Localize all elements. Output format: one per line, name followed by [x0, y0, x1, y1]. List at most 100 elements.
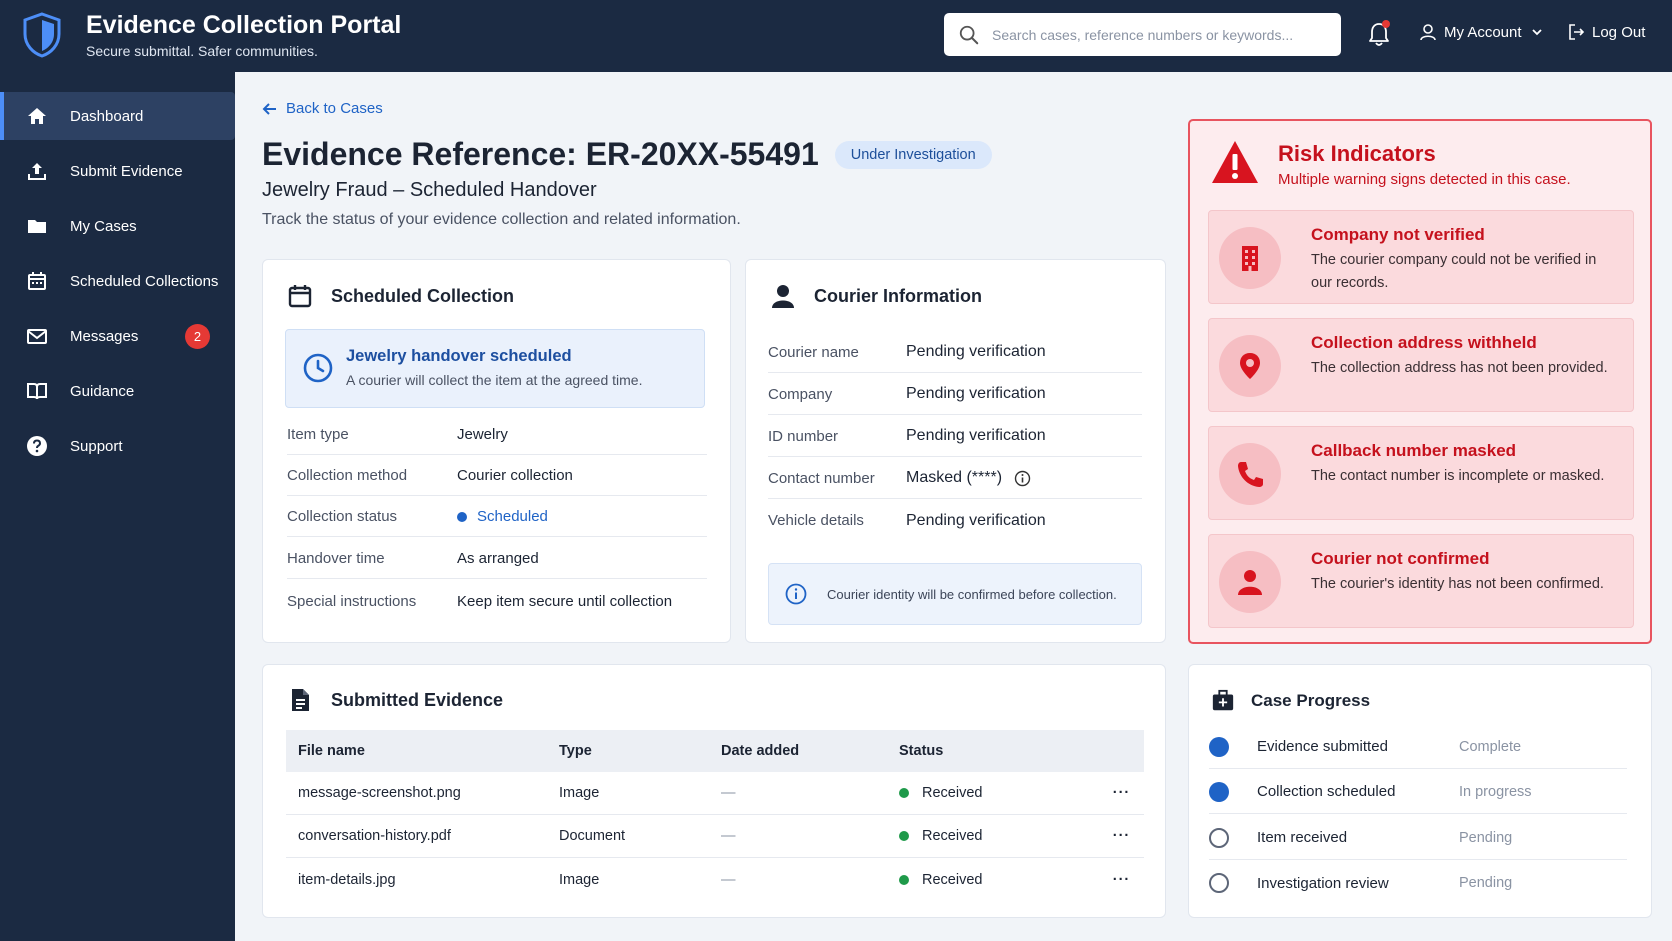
detail-row-item-type: Item type Jewelry: [287, 415, 707, 455]
table-row[interactable]: item-details.jpg Image — Received ···: [286, 858, 1144, 901]
detail-row-handover-time: Handover time As arranged: [287, 539, 707, 579]
received-dot: [899, 831, 909, 841]
step-label: Investigation review: [1257, 874, 1389, 892]
risk-item-courier: Courier not confirmed The courier's iden…: [1208, 534, 1634, 628]
step-state: In progress: [1459, 783, 1532, 800]
sidebar-item-submit-evidence[interactable]: Submit Evidence: [0, 147, 235, 195]
sidebar-item-scheduled-collections[interactable]: Scheduled Collections: [0, 257, 235, 305]
upload-icon: [28, 163, 46, 180]
sidebar-item-support[interactable]: Support: [0, 422, 235, 470]
home-icon: [28, 108, 46, 124]
brand[interactable]: Evidence Collection Portal Secure submit…: [22, 10, 401, 60]
column-header: Status: [899, 743, 944, 759]
row-more-button[interactable]: ···: [1099, 828, 1144, 844]
case-subtitle: Jewelry Fraud – Scheduled Handover: [262, 179, 597, 201]
detail-label: Contact number: [768, 469, 875, 487]
risk-item-address: Collection address withheld The collecti…: [1208, 318, 1634, 412]
detail-value: Courier collection: [457, 467, 573, 484]
step-state: Complete: [1459, 738, 1522, 755]
risk-item-body: The collection address has not been prov…: [1311, 360, 1608, 376]
detail-value: Pending verification: [906, 427, 1046, 444]
case-status-badge: Under Investigation: [834, 140, 992, 169]
detail-label: Handover time: [287, 550, 385, 567]
risk-icon-circle: [1219, 443, 1281, 505]
detail-value: As arranged: [457, 550, 539, 567]
status-text: Received: [922, 785, 983, 801]
sidebar-item-my-cases[interactable]: My Cases: [0, 202, 235, 250]
status-text: Received: [922, 871, 983, 888]
clock-icon: [303, 353, 333, 383]
sidebar-item-messages[interactable]: Messages 2: [0, 312, 235, 360]
risk-item-callback: Callback number masked The contact numbe…: [1208, 426, 1634, 520]
detail-label: Company: [768, 385, 833, 403]
back-to-cases-link[interactable]: Back to Cases: [262, 100, 383, 117]
folder-icon: [28, 220, 46, 233]
handover-notice: Jewelry handover scheduled A courier wil…: [285, 329, 705, 408]
column-header: Date added: [721, 743, 800, 759]
courier-row-id: ID number Pending verification: [768, 416, 1142, 457]
calendar-icon: [28, 272, 46, 290]
contact-value: Masked (****): [906, 469, 1003, 486]
sidebar-item-label: My Cases: [70, 217, 137, 235]
detail-value: Scheduled: [457, 508, 548, 525]
step-pending-dot: [1209, 827, 1229, 848]
risk-item-body: The courier company could not be verifie…: [1311, 252, 1597, 291]
info-icon: [785, 583, 807, 605]
progress-title: Case Progress: [1251, 691, 1371, 710]
row-more-button[interactable]: ···: [1099, 872, 1144, 888]
page-title: Evidence Reference: ER-20XX-55491: [262, 136, 819, 172]
progress-step: Item received Pending: [1209, 816, 1627, 860]
detail-label: ID number: [768, 427, 839, 445]
chevron-down-icon: [1531, 29, 1542, 36]
status-text: Received: [922, 828, 983, 844]
notice-title: Jewelry handover scheduled: [346, 347, 572, 365]
row-more-button[interactable]: ···: [1099, 785, 1144, 801]
file-status: Received: [899, 785, 1099, 801]
table-row[interactable]: conversation-history.pdf Document — Rece…: [286, 815, 1144, 858]
courier-row-name: Courier name Pending verification: [768, 332, 1142, 373]
sidebar-item-dashboard[interactable]: Dashboard: [0, 92, 235, 140]
risk-indicators-panel: Risk Indicators Multiple warning signs d…: [1188, 119, 1652, 644]
column-header: File name: [298, 743, 365, 759]
sidebar-item-guidance[interactable]: Guidance: [0, 367, 235, 415]
courier-row-company: Company Pending verification: [768, 374, 1142, 415]
notifications-button[interactable]: [1366, 20, 1392, 48]
file-name: item-details.jpg: [298, 871, 396, 888]
messages-count-badge: 2: [185, 324, 210, 349]
sidebar-item-label: Messages: [70, 327, 139, 345]
help-icon: [27, 436, 47, 456]
step-label: Evidence submitted: [1257, 738, 1388, 755]
received-dot: [899, 874, 909, 885]
courier-title: Courier Information: [814, 285, 983, 306]
step-pending-dot: [1209, 873, 1229, 893]
location-pin-icon: [1240, 353, 1260, 379]
sidebar-item-label: Submit Evidence: [70, 162, 183, 180]
date-added: —: [721, 828, 736, 844]
scheduled-collection-card: Scheduled Collection Jewelry handover sc…: [262, 259, 731, 643]
detail-label: Item type: [287, 426, 349, 443]
risk-item-title: Courier not confirmed: [1311, 549, 1490, 568]
detail-label: Special instructions: [287, 592, 417, 610]
risk-icon-circle: [1219, 335, 1281, 397]
sidebar-item-label: Scheduled Collections: [70, 272, 219, 290]
info-icon[interactable]: [1014, 470, 1031, 487]
logout-button[interactable]: Log Out: [1566, 22, 1645, 42]
detail-row-collection-method: Collection method Courier collection: [287, 456, 707, 496]
search-input[interactable]: [992, 26, 1322, 43]
title-row: Evidence Reference: ER-20XX-55491 Under …: [262, 136, 992, 173]
arrow-left-icon: [262, 102, 276, 115]
table-row[interactable]: message-screenshot.png Image — Received …: [286, 772, 1144, 815]
case-file-icon: [1212, 689, 1234, 711]
detail-label: Courier name: [768, 343, 859, 361]
step-complete-dot: [1209, 736, 1229, 757]
account-menu[interactable]: My Account: [1418, 22, 1544, 42]
progress-step: Investigation review Pending: [1209, 861, 1627, 905]
scheduled-title: Scheduled Collection: [331, 285, 515, 306]
step-label: Item received: [1257, 829, 1348, 846]
document-icon: [292, 689, 309, 711]
logout-icon: [1569, 24, 1585, 40]
file-type: Image: [559, 785, 600, 801]
date-added: —: [721, 871, 736, 888]
search-icon: [959, 25, 979, 44]
search-box[interactable]: [944, 13, 1341, 56]
